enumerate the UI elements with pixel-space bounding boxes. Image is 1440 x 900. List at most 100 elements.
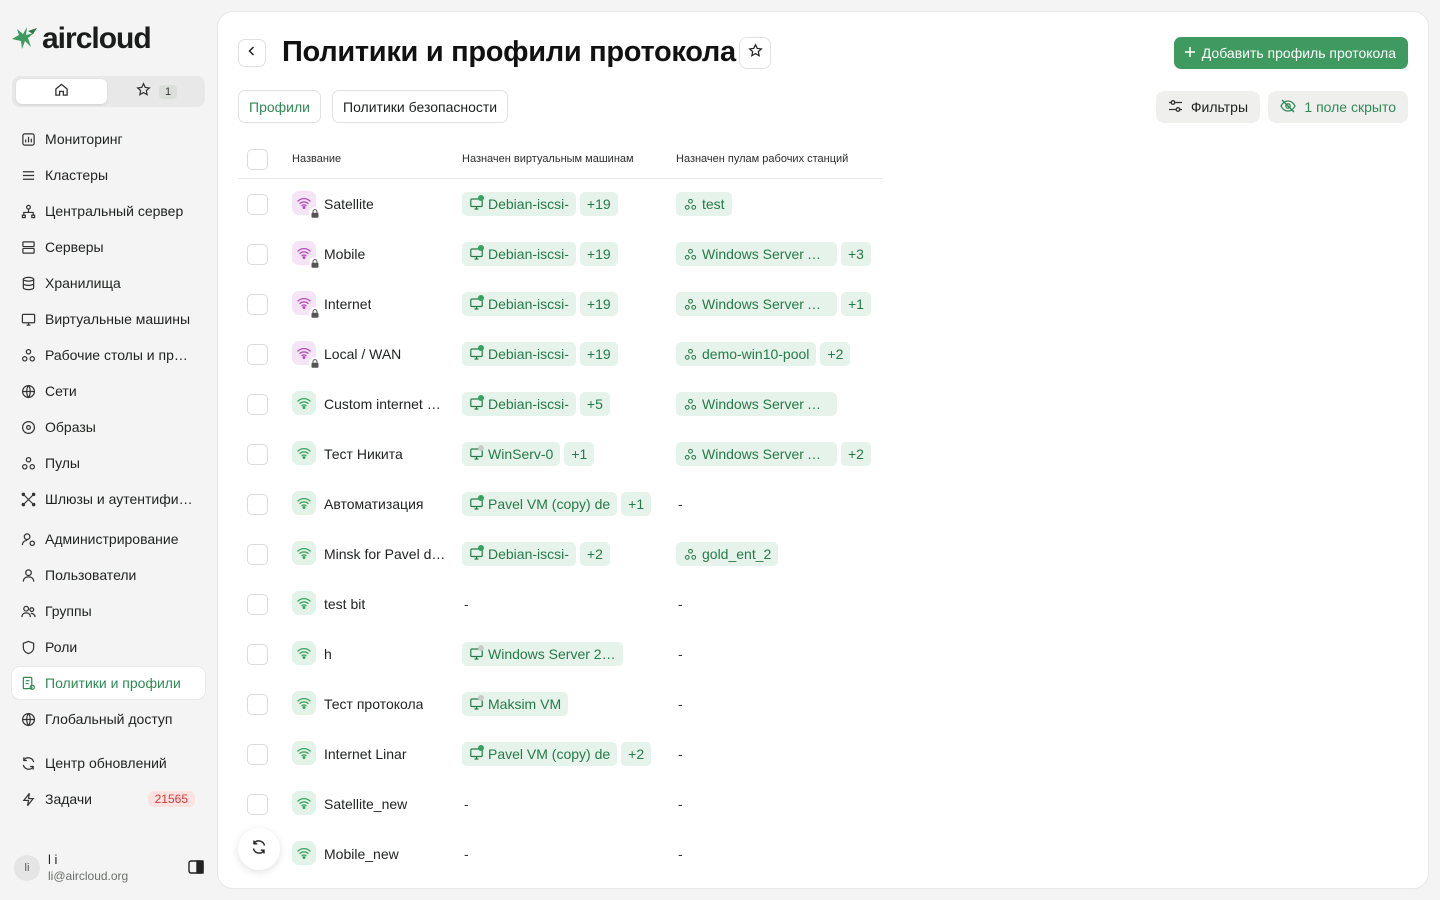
favorites-button[interactable]: 1 [112, 79, 201, 104]
vm-more-chip[interactable]: +5 [579, 392, 610, 416]
table-row[interactable]: Satellite_new - - [238, 779, 883, 829]
profile-name[interactable]: Local / WAN [324, 346, 401, 362]
table-row[interactable]: Mobile_new - - [238, 829, 883, 879]
row-checkbox[interactable] [247, 394, 268, 415]
profile-name[interactable]: Satellite [324, 196, 374, 212]
pool-chip[interactable]: Windows Server App and Desktop [676, 392, 837, 416]
refresh-button[interactable] [238, 828, 280, 870]
row-checkbox[interactable] [247, 644, 268, 665]
vm-chip[interactable]: Debian-iscsi- [462, 542, 576, 566]
vm-chip[interactable]: Debian-iscsi- [462, 292, 576, 316]
vm-chip[interactable]: Maksim VM [462, 692, 569, 716]
vm-chip[interactable]: Pavel VM (copy) de [462, 742, 618, 766]
table-row[interactable]: test bit - - [238, 579, 883, 629]
table-row[interactable]: h Windows Server 2022 - [238, 629, 883, 679]
vm-chip[interactable]: WinServ-0 [462, 442, 561, 466]
back-button[interactable] [238, 39, 266, 67]
sidebar-item-17[interactable]: Глобальный доступ [12, 703, 205, 735]
row-checkbox[interactable] [247, 294, 268, 315]
row-checkbox[interactable] [247, 694, 268, 715]
vm-more-chip[interactable]: +2 [621, 742, 652, 766]
sidebar-item-16[interactable]: Политики и профили [12, 667, 205, 699]
home-button[interactable] [16, 79, 107, 104]
sidebar-item-15[interactable]: Роли [12, 631, 205, 663]
table-row[interactable]: Custom internet profile Debian-iscsi- +5 Wi… [238, 379, 883, 429]
sidebar-item-13[interactable]: Пользователи [12, 559, 205, 591]
hidden-fields-button[interactable]: 1 поле скрыто [1268, 91, 1408, 123]
column-header-name[interactable]: Название [292, 153, 341, 165]
table-row[interactable]: Minsk for Pavel do... Debian-iscsi- +2 gold… [238, 529, 883, 579]
profile-name[interactable]: test bit [324, 596, 365, 612]
sidebar-item-14[interactable]: Группы [12, 595, 205, 627]
favorite-page-button[interactable] [739, 37, 771, 69]
select-all-checkbox[interactable] [247, 149, 268, 170]
sidebar-item-4[interactable]: Серверы [12, 231, 205, 263]
row-checkbox[interactable] [247, 194, 268, 215]
vm-chip[interactable]: Debian-iscsi- [462, 392, 576, 416]
sidebar-item-3[interactable]: Центральный сервер [12, 195, 205, 227]
profile-name[interactable]: Internet [324, 296, 371, 312]
vm-more-chip[interactable]: +2 [579, 542, 610, 566]
vm-chip[interactable]: Windows Server 2022 [462, 642, 623, 666]
table-row[interactable]: Local / WAN Debian-iscsi- +19 demo-win10-po… [238, 329, 883, 379]
table-row[interactable]: Тест Никита WinServ-0 +1 Windows Server App… [238, 429, 883, 479]
vm-more-chip[interactable]: +1 [621, 492, 652, 516]
row-checkbox[interactable] [247, 244, 268, 265]
profile-name[interactable]: Автоматизация [324, 496, 423, 512]
pool-more-chip[interactable]: +2 [820, 342, 851, 366]
pool-chip[interactable]: Windows Server App and Desktop [676, 292, 837, 316]
add-protocol-profile-button[interactable]: Добавить профиль протокола [1173, 37, 1408, 69]
vm-more-chip[interactable]: +19 [579, 192, 618, 216]
sidebar-item-2[interactable]: Кластеры [12, 159, 205, 191]
sidebar-item-6[interactable]: Виртуальные машины [12, 303, 205, 335]
sidebar-item-12[interactable]: Администрирование [12, 523, 205, 555]
tab-profiles[interactable]: Профили [238, 90, 321, 123]
pool-chip[interactable]: demo-win10-pool [676, 342, 817, 366]
profile-name[interactable]: Тест протокола [324, 696, 423, 712]
sidebar-item-9[interactable]: Образы [12, 411, 205, 443]
profile-name[interactable]: Тест Никита [324, 446, 403, 462]
profile-name[interactable]: Internet Linar [324, 746, 407, 762]
vm-more-chip[interactable]: +1 [564, 442, 595, 466]
sidebar-item-1[interactable]: Мониторинг [12, 123, 205, 155]
table-row[interactable]: Автоматизация Pavel VM (copy) de +1 - [238, 479, 883, 529]
sidebar-toggle-icon[interactable] [188, 860, 204, 879]
profile-name[interactable]: Satellite_new [324, 796, 407, 812]
sidebar-item-7[interactable]: Рабочие столы и приложения [12, 339, 205, 371]
vm-more-chip[interactable]: +19 [579, 342, 618, 366]
pool-chip[interactable]: test [676, 192, 732, 216]
table-row[interactable]: Тест протокола Maksim VM - [238, 679, 883, 729]
profile-name[interactable]: Minsk for Pavel do... [324, 546, 446, 562]
table-row[interactable]: Internet Linar Pavel VM (copy) de +2 - [238, 729, 883, 779]
row-checkbox[interactable] [247, 344, 268, 365]
sidebar-item-18[interactable]: Центр обновлений [12, 747, 205, 779]
filters-button[interactable]: Фильтры [1155, 91, 1260, 123]
pool-chip[interactable]: Windows Server App and Desktop [676, 442, 837, 466]
sidebar-item-19[interactable]: Задачи 21565 [12, 783, 205, 815]
pool-more-chip[interactable]: +3 [841, 242, 871, 266]
vm-chip[interactable]: Debian-iscsi- [462, 342, 576, 366]
column-header-pools[interactable]: Назначен пулам рабочих станций [676, 153, 848, 165]
pool-chip[interactable]: Windows Server App and Desktop [676, 242, 837, 266]
profile-name[interactable]: Mobile [324, 246, 365, 262]
profile-name[interactable]: h [324, 646, 332, 662]
sidebar-item-11[interactable]: Шлюзы и аутентификация [12, 483, 205, 515]
user-profile[interactable]: li l i li@aircloud.org [14, 852, 204, 886]
vm-chip[interactable]: Debian-iscsi- [462, 242, 576, 266]
table-row[interactable]: Mobile Debian-iscsi- +19 Windows Server App… [238, 229, 883, 279]
tab-security-policies[interactable]: Политики безопасности [332, 90, 509, 123]
pool-more-chip[interactable]: +1 [841, 292, 871, 316]
vm-chip[interactable]: Debian-iscsi- [462, 192, 576, 216]
vm-more-chip[interactable]: +19 [579, 242, 618, 266]
row-checkbox[interactable] [247, 594, 268, 615]
logo[interactable]: aircloud [10, 24, 152, 54]
row-checkbox[interactable] [247, 444, 268, 465]
row-checkbox[interactable] [247, 494, 268, 515]
sidebar-item-5[interactable]: Хранилища [12, 267, 205, 299]
row-checkbox[interactable] [247, 544, 268, 565]
pool-chip[interactable]: gold_ent_2 [676, 542, 779, 566]
sidebar-item-8[interactable]: Сети [12, 375, 205, 407]
vm-chip[interactable]: Pavel VM (copy) de [462, 492, 618, 516]
profile-name[interactable]: Mobile_new [324, 846, 399, 862]
pool-more-chip[interactable]: +2 [841, 442, 871, 466]
